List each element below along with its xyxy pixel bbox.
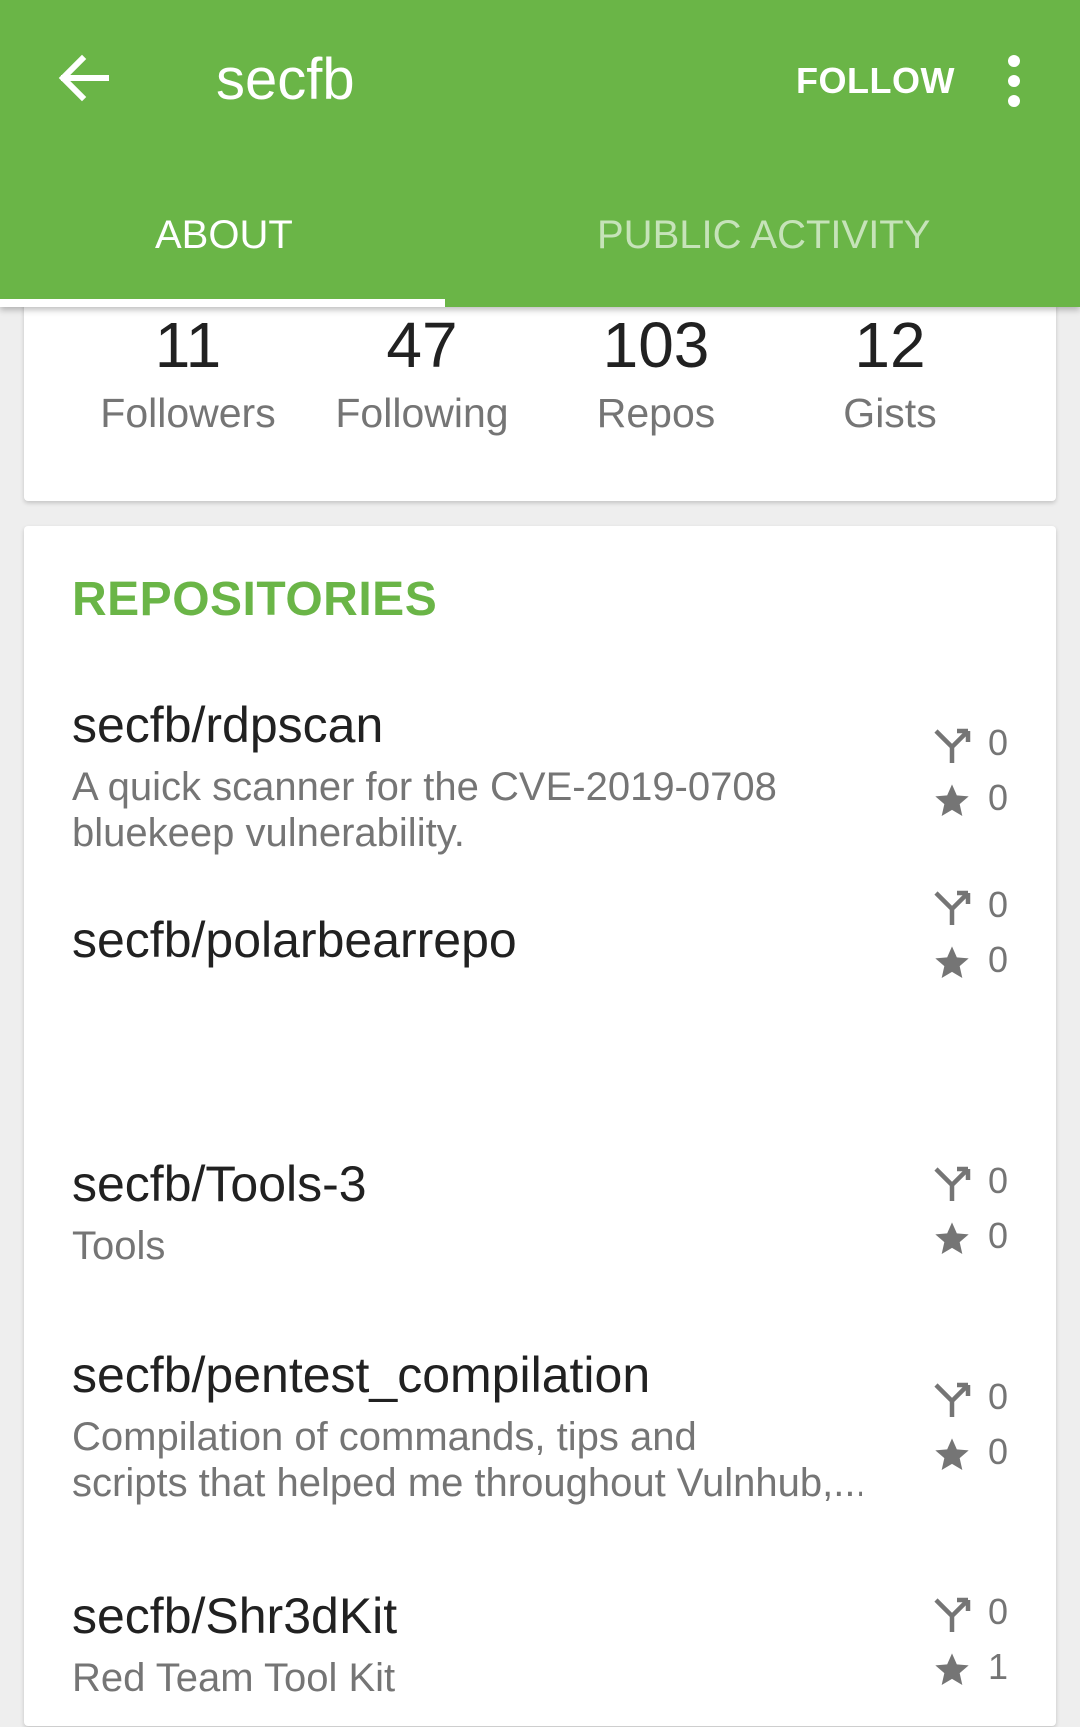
star-icon <box>935 784 969 816</box>
stat-label: Repos <box>596 390 716 437</box>
star-count-value: 0 <box>988 777 1009 818</box>
repo-item[interactable]: secfb/pentest_compilation Compilation of… <box>24 1346 1056 1546</box>
stat-gists[interactable]: 12 Gists <box>780 310 1000 437</box>
stat-repos[interactable]: 103 Repos <box>546 310 766 437</box>
stat-followers[interactable]: 11 Followers <box>78 310 298 437</box>
repo-item[interactable]: secfb/rdpscan A quick scanner for the CV… <box>24 696 1056 896</box>
page-title: secfb <box>216 47 355 112</box>
star-icon <box>935 946 969 978</box>
repo-description-line: bluekeep vulnerability. <box>72 811 465 855</box>
stat-count: 12 <box>854 309 926 381</box>
repo-name: secfb/Shr3dKit <box>72 1588 398 1644</box>
fork-count-value: 0 <box>988 1591 1009 1632</box>
section-title: REPOSITORIES <box>72 573 438 626</box>
app-bar: secfb FOLLOW ABOUT PUBLIC ACTIVITY <box>0 0 1080 307</box>
fork-count-value: 0 <box>988 722 1009 763</box>
fork-count-value: 0 <box>988 884 1009 925</box>
repo-description: Tools <box>72 1223 862 1269</box>
repo-item[interactable]: secfb/Tools-3 Tools 0 0 <box>24 1155 1056 1345</box>
more-vertical-icon <box>1008 55 1020 107</box>
stat-label: Following <box>335 390 509 437</box>
fork-icon <box>934 1166 971 1201</box>
back-button[interactable] <box>48 42 120 114</box>
fork-icon <box>934 1597 971 1632</box>
fork-icon <box>934 890 971 925</box>
fork-count-value: 0 <box>988 1160 1009 1201</box>
more-options-button[interactable] <box>990 52 1038 110</box>
star-icon <box>935 1653 969 1685</box>
repo-name: secfb/pentest_compilation <box>72 1347 651 1403</box>
repo-item[interactable]: secfb/polarbearrepo 0 0 <box>24 884 1056 1111</box>
repo-description: Red Team Tool Kit <box>72 1655 862 1701</box>
tab-indicator <box>0 299 445 307</box>
stat-following[interactable]: 47 Following <box>312 310 532 437</box>
stat-count: 103 <box>602 309 710 381</box>
repo-description-line: Tools <box>72 1224 166 1268</box>
repo-description-line: scripts that helped me throughout Vulnhu… <box>72 1461 862 1505</box>
repo-name: secfb/rdpscan <box>72 697 384 753</box>
repo-item[interactable]: secfb/Shr3dKit Red Team Tool Kit 0 1 <box>24 1587 1056 1727</box>
arrow-left-icon <box>58 54 109 102</box>
repo-description-line: Red Team Tool Kit <box>72 1656 396 1700</box>
stat-count: 11 <box>154 309 222 381</box>
tab-public-activity[interactable]: PUBLIC ACTIVITY <box>597 213 930 258</box>
star-count-value: 1 <box>988 1646 1009 1687</box>
repo-description: Compilation of commands, tips and script… <box>72 1414 862 1506</box>
repo-description-line: A quick scanner for the CVE-2019-0708 <box>72 765 777 809</box>
star-count-value: 0 <box>988 1215 1009 1256</box>
tab-about[interactable]: ABOUT <box>155 213 293 258</box>
repo-description: A quick scanner for the CVE-2019-0708 bl… <box>72 764 862 856</box>
fork-icon <box>934 1382 971 1417</box>
stat-label: Gists <box>843 390 937 437</box>
tab-bar: ABOUT PUBLIC ACTIVITY <box>0 195 1080 307</box>
fork-icon <box>934 728 971 763</box>
star-count-value: 0 <box>988 1431 1009 1472</box>
star-icon <box>935 1438 969 1470</box>
repo-description-line: Compilation of commands, tips and <box>72 1415 697 1459</box>
stats-card: 11 Followers 47 Following 103 Repos 12 G… <box>24 280 1056 501</box>
fork-count-value: 0 <box>988 1376 1009 1417</box>
stat-label: Followers <box>100 390 276 437</box>
star-count-value: 0 <box>988 939 1009 980</box>
repo-name: secfb/Tools-3 <box>72 1156 367 1212</box>
star-icon <box>935 1222 969 1254</box>
repositories-card: REPOSITORIES secfb/rdpscan A quick scann… <box>24 526 1056 1726</box>
stat-count: 47 <box>386 309 458 381</box>
repo-name: secfb/polarbearrepo <box>72 912 517 968</box>
follow-button[interactable]: FOLLOW <box>796 60 955 102</box>
